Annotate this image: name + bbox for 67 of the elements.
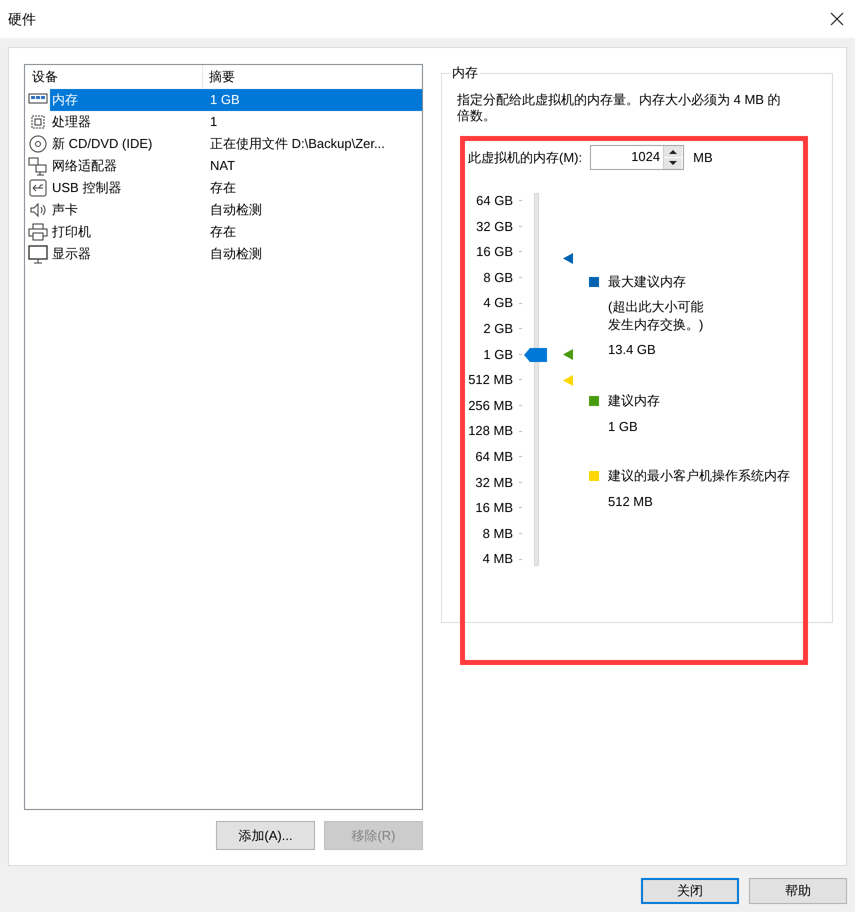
memory-spinbox[interactable]: 1024: [590, 145, 684, 170]
device-row[interactable]: 显示器 自动检测: [25, 243, 422, 265]
memory-description: 指定分配给此虚拟机的内存量。内存大小必须为 4 MB 的倍数。: [457, 92, 782, 124]
legend-value: 13.4 GB: [608, 341, 657, 359]
device-name: 显示器: [51, 245, 91, 263]
device-summary: 存在: [209, 223, 237, 241]
legend-value: 512 MB: [608, 493, 654, 511]
legend-label: 建议内存: [608, 392, 660, 410]
device-summary: 1 GB: [203, 89, 422, 111]
scale-label: 32 MB: [475, 474, 513, 492]
device-summary: NAT: [209, 157, 236, 175]
device-row[interactable]: 声卡 自动检测: [25, 199, 422, 221]
legend-label: 最大建议内存: [608, 273, 686, 291]
scale-label: 8 MB: [482, 524, 513, 543]
scale-label: 32 GB: [476, 218, 513, 236]
device-name: 声卡: [51, 201, 78, 219]
device-summary: 存在: [209, 179, 237, 197]
usb-icon: [28, 178, 48, 198]
memory-unit: MB: [693, 148, 713, 167]
device-name: 内存: [50, 89, 203, 111]
device-name: 新 CD/DVD (IDE): [51, 135, 152, 153]
device-row[interactable]: 打印机 存在: [25, 221, 422, 243]
scale-label: 2 GB: [483, 320, 513, 338]
device-name: 打印机: [51, 223, 91, 241]
device-row[interactable]: 网络适配器 NAT: [25, 155, 422, 177]
device-summary: 自动检测: [209, 245, 263, 263]
memory-label: 此虚拟机的内存(M):: [468, 148, 582, 167]
scale-label: 4 GB: [483, 294, 513, 312]
slider-thumb[interactable]: [524, 348, 547, 362]
window-title: 硬件: [8, 10, 36, 28]
scale-label: 1 GB: [483, 346, 513, 364]
device-summary: 正在使用文件 D:\Backup\Zer...: [209, 135, 386, 153]
sound-icon: [28, 200, 48, 220]
group-title: 内存: [450, 64, 480, 82]
device-row[interactable]: 内存 1 GB: [25, 89, 422, 111]
scale-label: 4 MB: [482, 550, 513, 568]
scale-label: 8 GB: [483, 268, 513, 287]
disc-icon: [28, 134, 48, 154]
legend-note: (超出此大小可能: [608, 298, 704, 316]
legend-note: 发生内存交换。): [608, 316, 704, 334]
device-summary: 自动检测: [209, 201, 263, 219]
printer-icon: [28, 222, 48, 242]
scale-label: 512 MB: [468, 371, 513, 390]
scale-label: 16 MB: [475, 499, 513, 518]
memory-slider[interactable]: [524, 193, 547, 566]
device-row[interactable]: USB 控制器 存在: [25, 177, 422, 199]
close-button[interactable]: 关闭: [641, 878, 739, 904]
device-name: 网络适配器: [51, 157, 117, 175]
legend-value: 1 GB: [608, 418, 639, 436]
device-name: USB 控制器: [51, 179, 122, 197]
display-icon: [28, 244, 48, 264]
scale-label: 16 GB: [476, 243, 513, 262]
scale-label: 64 MB: [475, 448, 513, 466]
close-icon[interactable]: [830, 12, 844, 26]
device-row[interactable]: 处理器 1: [25, 111, 422, 133]
add-button[interactable]: 添加(A)...: [216, 821, 315, 850]
network-icon: [28, 156, 48, 176]
device-summary: 1: [209, 113, 218, 131]
scale-label: 128 MB: [468, 422, 513, 440]
memory-value: 1024: [630, 148, 662, 166]
column-header[interactable]: 摘要: [203, 65, 422, 89]
legend-label: 建议的最小客户机操作系统内存: [608, 467, 790, 485]
scale-label: 64 GB: [476, 192, 513, 210]
device-row[interactable]: 新 CD/DVD (IDE) 正在使用文件 D:\Backup\Zer...: [25, 133, 422, 155]
scale-label: 256 MB: [468, 396, 513, 415]
help-button[interactable]: 帮助: [749, 878, 847, 904]
device-name: 处理器: [51, 113, 91, 131]
